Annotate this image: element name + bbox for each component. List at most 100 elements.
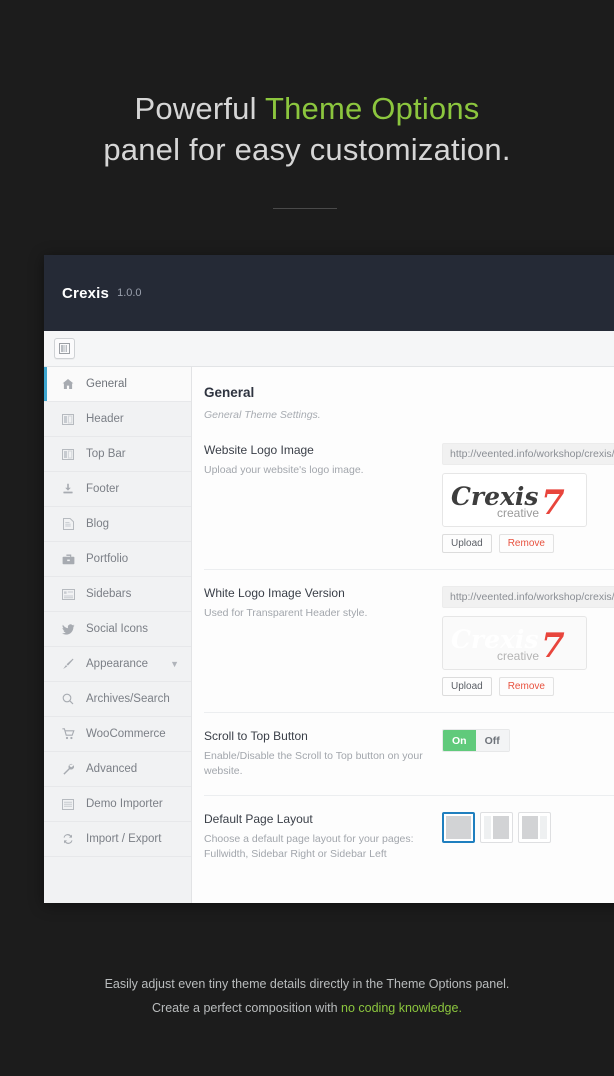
sidebar-item-label: Portfolio xyxy=(86,553,129,565)
field-title: Default Page Layout xyxy=(204,812,313,826)
sidebar-item-label: Blog xyxy=(86,518,110,530)
cart-icon xyxy=(60,728,76,740)
briefcase-icon xyxy=(60,554,76,565)
field-label-group: White Logo Image Version Used for Transp… xyxy=(204,586,442,696)
crexis-logo-image: Crexis creative 7 xyxy=(451,482,565,522)
sidebar-item-footer[interactable]: Footer xyxy=(44,472,191,507)
brand-name: Crexis xyxy=(62,284,110,302)
columns-icon xyxy=(60,448,76,460)
sidebar-item-sidebars[interactable]: Sidebars xyxy=(44,577,191,612)
chevron-down-icon[interactable]: ▼ xyxy=(170,659,179,669)
scroll-to-top-toggle[interactable]: On Off xyxy=(442,729,510,752)
field-default-page-layout: Default Page Layout Choose a default pag… xyxy=(204,795,614,878)
wrench-icon xyxy=(60,763,76,775)
panel-toolbar xyxy=(44,331,614,367)
white-logo-preview-thumbnail: Crexis creative 7 xyxy=(442,616,587,670)
sidebar-item-woocommerce[interactable]: WooCommerce xyxy=(44,717,191,752)
list-icon xyxy=(60,588,76,600)
field-control-group: http://veented.info/workshop/crexis/wp-c… xyxy=(442,586,614,696)
sidebar-item-label: Appearance xyxy=(86,658,149,670)
field-control-group xyxy=(442,812,614,862)
sidebar-item-archives-search[interactable]: Archives/Search xyxy=(44,682,191,717)
sidebar-item-blog[interactable]: Blog xyxy=(44,507,191,542)
panel-body: General Header Top Bar Footer Blog Portf… xyxy=(44,367,614,903)
sidebar-item-import-export[interactable]: Import / Export xyxy=(44,822,191,857)
crexis-white-logo-image: Crexis creative 7 xyxy=(451,625,565,665)
sidebar-item-label: General xyxy=(86,378,127,390)
field-description: Used for Transparent Header style. xyxy=(204,607,368,619)
field-title: White Logo Image Version xyxy=(204,586,345,600)
toggle-on-option[interactable]: On xyxy=(443,730,476,751)
sidebar-item-label: Demo Importer xyxy=(86,798,163,810)
sidebar-item-demo-importer[interactable]: Demo Importer xyxy=(44,787,191,822)
remove-button[interactable]: Remove xyxy=(498,534,554,553)
sidebar-item-label: Archives/Search xyxy=(86,693,170,705)
brand-version: 1.0.0 xyxy=(117,287,142,299)
caption-line2-accent: no coding knowledge. xyxy=(341,1001,462,1015)
white-logo-url-input[interactable]: http://veented.info/workshop/crexis/wp-c… xyxy=(442,586,614,608)
theme-options-panel: Crexis 1.0.0 General Header Top Bar Foot… xyxy=(44,255,614,903)
columns-icon xyxy=(60,413,76,425)
panel-layout-toggle-button[interactable] xyxy=(54,338,75,359)
sidebar-item-header[interactable]: Header xyxy=(44,402,191,437)
field-label-group: Scroll to Top Button Enable/Disable the … xyxy=(204,729,442,779)
sidebar-item-top-bar[interactable]: Top Bar xyxy=(44,437,191,472)
sidebar-item-label: Social Icons xyxy=(86,623,149,635)
field-title: Website Logo Image xyxy=(204,443,314,457)
layout-option-sidebar-right[interactable] xyxy=(518,812,551,843)
svg-text:7: 7 xyxy=(541,483,565,522)
sidebar-item-social-icons[interactable]: Social Icons xyxy=(44,612,191,647)
sidebar-item-label: Sidebars xyxy=(86,588,132,600)
logo-preview-thumbnail: Crexis creative 7 xyxy=(442,473,587,527)
svg-text:creative: creative xyxy=(497,506,539,520)
brush-icon xyxy=(60,658,76,670)
field-description: Choose a default page layout for your pa… xyxy=(204,833,414,860)
remove-button[interactable]: Remove xyxy=(498,677,554,696)
caption-line-1: Easily adjust even tiny theme details di… xyxy=(104,977,510,991)
window-icon xyxy=(60,798,76,810)
footer-caption: Easily adjust even tiny theme details di… xyxy=(0,972,614,1020)
layout-option-sidebar-left[interactable] xyxy=(480,812,513,843)
field-white-logo-image-version: White Logo Image Version Used for Transp… xyxy=(204,569,614,712)
sidebar-item-portfolio[interactable]: Portfolio xyxy=(44,542,191,577)
field-control-group: http://veented.info/workshop/crexis/wp-c… xyxy=(442,443,614,553)
download-icon xyxy=(60,483,76,495)
logo-url-input[interactable]: http://veented.info/workshop/crexis/wp-c… xyxy=(442,443,614,465)
layout-main-area xyxy=(446,816,471,839)
sidebar-item-advanced[interactable]: Advanced xyxy=(44,752,191,787)
sidebar-item-label: Top Bar xyxy=(86,448,126,460)
logo-action-buttons: Upload Remove xyxy=(442,534,614,553)
panel-layout-icon xyxy=(59,343,70,354)
sidebar-item-general[interactable]: General xyxy=(44,367,191,402)
sidebar-item-label: Import / Export xyxy=(86,833,162,845)
layout-main-area xyxy=(493,816,509,839)
page-title: Powerful Theme Options panel for easy cu… xyxy=(0,0,614,170)
panel-header: Crexis 1.0.0 xyxy=(44,255,614,331)
svg-text:7: 7 xyxy=(541,626,565,665)
hero-line1-accent: Theme Options xyxy=(264,91,480,126)
field-title: Scroll to Top Button xyxy=(204,729,308,743)
sidebar-item-appearance[interactable]: Appearance ▼ xyxy=(44,647,191,682)
settings-content: General General Theme Settings. Website … xyxy=(192,367,614,903)
field-control-group: On Off xyxy=(442,729,614,779)
upload-button[interactable]: Upload xyxy=(442,534,492,553)
upload-button[interactable]: Upload xyxy=(442,677,492,696)
sidebar-item-label: Header xyxy=(86,413,124,425)
layout-sidebar-area xyxy=(484,816,491,839)
refresh-icon xyxy=(60,833,76,845)
field-website-logo-image: Website Logo Image Upload your website's… xyxy=(204,443,614,569)
caption-line2-prefix: Create a perfect composition with xyxy=(152,1001,342,1015)
layout-option-fullwidth[interactable] xyxy=(442,812,475,843)
sidebar-item-label: WooCommerce xyxy=(86,728,166,740)
toggle-off-option[interactable]: Off xyxy=(475,730,509,751)
sidebar-item-label: Advanced xyxy=(86,763,138,775)
layout-main-area xyxy=(522,816,538,839)
layout-sidebar-area xyxy=(540,816,547,839)
home-icon xyxy=(60,378,76,390)
field-label-group: Website Logo Image Upload your website's… xyxy=(204,443,442,553)
svg-text:creative: creative xyxy=(497,649,539,663)
sidebar-item-label: Footer xyxy=(86,483,120,495)
field-label-group: Default Page Layout Choose a default pag… xyxy=(204,812,442,862)
file-icon xyxy=(60,518,76,530)
section-title: General xyxy=(204,385,255,400)
